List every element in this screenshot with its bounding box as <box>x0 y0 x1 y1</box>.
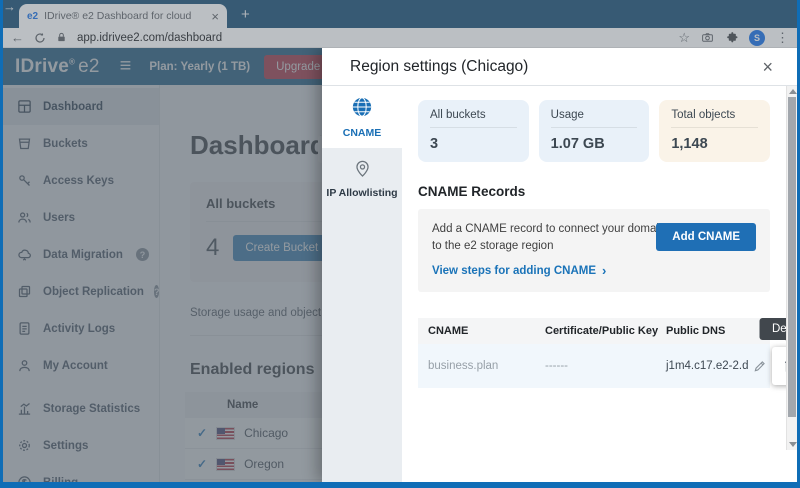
cname-description: Add a CNAME record to connect your domai… <box>432 221 677 254</box>
column-header: Certificate/Public Key <box>535 325 656 337</box>
stat-label: Total objects <box>671 109 758 121</box>
region-settings-panel: Region settings (Chicago) × CNAME <box>322 48 797 482</box>
tab-ip-allowlisting[interactable]: IP Allowlisting <box>322 148 402 210</box>
column-header: Public DNS <box>656 325 770 337</box>
stat-value: 1,148 <box>671 136 758 152</box>
stat-card-usage: Usage 1.07 GB <box>539 100 650 162</box>
dns-value: j1m4.c17.e2-2.d <box>666 360 748 372</box>
panel-content: All buckets 3 Usage 1.07 GB Total object… <box>402 86 786 482</box>
browser-toolbar: ← → app.idrivee2.com/dashboard ☆ S ⋮ <box>3 28 797 48</box>
page-content: IDrive®e2 ≡ Plan: Yearly (1 TB) Upgrade … <box>3 48 797 482</box>
table-row: business.plan ------ j1m4.c17.e2-2.d Del… <box>418 344 770 388</box>
stat-value: 1.07 GB <box>551 136 638 152</box>
divider <box>430 127 517 128</box>
view-steps-link[interactable]: View steps for adding CNAME › <box>432 263 606 278</box>
add-cname-button[interactable]: Add CNAME <box>656 223 756 251</box>
public-dns-cell: j1m4.c17.e2-2.d Delete <box>656 347 797 385</box>
stats-row: All buckets 3 Usage 1.07 GB Total object… <box>418 100 770 162</box>
stat-card-total-objects: Total objects 1,148 <box>659 100 770 162</box>
stat-value: 3 <box>430 136 517 152</box>
chevron-right-icon: › <box>602 263 606 278</box>
column-header: CNAME <box>418 325 535 337</box>
close-icon[interactable]: × <box>762 58 773 76</box>
certificate-cell: ------ <box>535 360 656 372</box>
stat-label: Usage <box>551 109 638 121</box>
browser-window: e2 IDrive® e2 Dashboard for cloud × + ← … <box>0 0 800 488</box>
tab-label: CNAME <box>343 127 382 139</box>
divider <box>551 127 638 128</box>
cname-info-box: Add a CNAME record to connect your domai… <box>418 209 770 292</box>
scroll-up-icon[interactable] <box>789 89 797 94</box>
stat-card-all-buckets: All buckets 3 <box>418 100 529 162</box>
cname-records-title: CNAME Records <box>418 184 770 199</box>
scrollbar-thumb[interactable] <box>788 97 796 417</box>
panel-title: Region settings (Chicago) <box>350 58 528 76</box>
edit-pencil-icon[interactable] <box>753 359 767 373</box>
pin-icon <box>353 159 372 181</box>
table-header-row: CNAME Certificate/Public Key Public DNS <box>418 318 770 344</box>
tab-label: IP Allowlisting <box>326 187 397 199</box>
globe-icon <box>351 96 373 121</box>
divider <box>671 127 758 128</box>
tab-cname[interactable]: CNAME <box>322 86 402 148</box>
stat-label: All buckets <box>430 109 517 121</box>
panel-tab-rail: CNAME IP Allowlisting <box>322 86 402 482</box>
cname-cell: business.plan <box>418 360 535 372</box>
cname-table: CNAME Certificate/Public Key Public DNS … <box>418 318 770 388</box>
panel-header: Region settings (Chicago) × <box>322 48 797 86</box>
link-label: View steps for adding CNAME <box>432 265 596 277</box>
scroll-down-icon[interactable] <box>789 442 797 447</box>
panel-scrollbar[interactable] <box>786 86 797 450</box>
